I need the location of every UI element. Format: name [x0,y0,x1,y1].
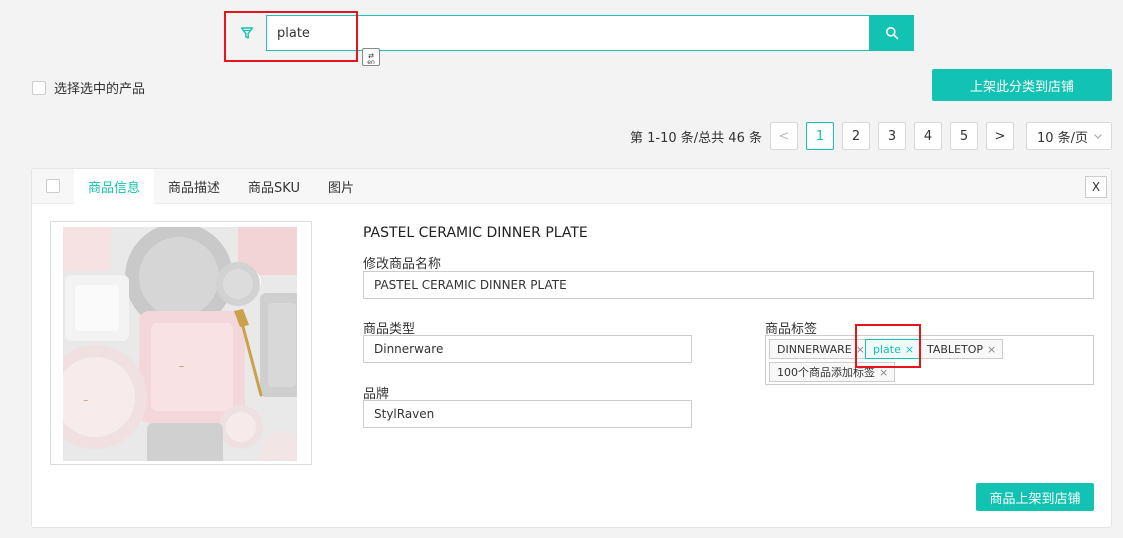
tab-product-sku[interactable]: 商品SKU [234,169,314,204]
select-all-checkbox[interactable] [32,80,46,95]
tag-remove-icon[interactable]: × [987,343,996,356]
select-all-products[interactable]: 选择选中的产品 [32,78,145,97]
shelf-product-button[interactable]: 商品上架到店铺 [976,483,1094,511]
close-card-button[interactable]: X [1085,176,1107,198]
pagination: 第 1-10 条/总共 46 条 < 1 2 3 4 5 > 10 条/页 [630,122,1112,150]
tag-item-highlighted: plate × [865,339,922,359]
tag-remove-icon[interactable]: × [879,366,888,379]
svg-text:~: ~ [178,362,185,371]
page-2-button[interactable]: 2 [842,122,870,150]
tag-item: 100个商品添加标签 × [769,362,896,382]
product-name-input[interactable]: PASTEL CERAMIC DINNER PLATE [363,271,1094,299]
tag-item: DINNERWARE × [769,339,872,359]
page-3-button[interactable]: 3 [878,122,906,150]
page-1-button[interactable]: 1 [806,122,834,150]
product-tags-input[interactable]: DINNERWARE × plate × TABLETOP × 100个商品添加标签 × [765,335,1094,385]
search-input[interactable] [266,15,870,51]
product-image[interactable]: ~ ~ [63,227,297,461]
search-icon [886,27,899,40]
product-card: 商品信息 商品描述 商品SKU 图片 X ~ ~ PASTEL CERAMIC … [31,168,1112,528]
search-bar [228,15,914,51]
product-name-label: 修改商品名称 [363,257,442,272]
tab-product-description[interactable]: 商品描述 [154,169,234,204]
search-button[interactable] [870,15,914,51]
prev-page-button[interactable]: < [770,122,798,150]
brand-input[interactable]: StylRaven [363,400,692,428]
page-5-button[interactable]: 5 [950,122,978,150]
select-all-label: 选择选中的产品 [54,82,146,97]
svg-text:~: ~ [83,397,89,405]
product-type-input[interactable]: Dinnerware [363,335,692,363]
next-page-button[interactable]: > [986,122,1014,150]
product-tabs: 商品信息 商品描述 商品SKU 图片 X [32,168,1111,204]
product-title: PASTEL CERAMIC DINNER PLATE [363,225,588,241]
tag-remove-icon[interactable]: × [905,343,914,356]
page-4-button[interactable]: 4 [914,122,942,150]
tag-item: TABLETOP × [919,339,1004,359]
pagination-summary: 第 1-10 条/总共 46 条 [630,130,762,146]
tab-product-info[interactable]: 商品信息 [74,168,155,204]
filter-icon[interactable] [228,15,266,51]
product-select-checkbox[interactable] [46,179,60,193]
page-size-select[interactable]: 10 条/页 [1026,122,1112,150]
page-size-value: 10 条/页 [1037,130,1089,146]
shelf-category-button[interactable]: 上架此分类到店铺 [932,69,1112,101]
tag-remove-icon[interactable]: × [856,343,865,356]
chevron-down-icon [1094,134,1102,139]
ime-indicator-icon: ⇄ en [362,48,380,66]
tab-images[interactable]: 图片 [314,169,368,204]
product-image-frame: ~ ~ [50,221,312,465]
